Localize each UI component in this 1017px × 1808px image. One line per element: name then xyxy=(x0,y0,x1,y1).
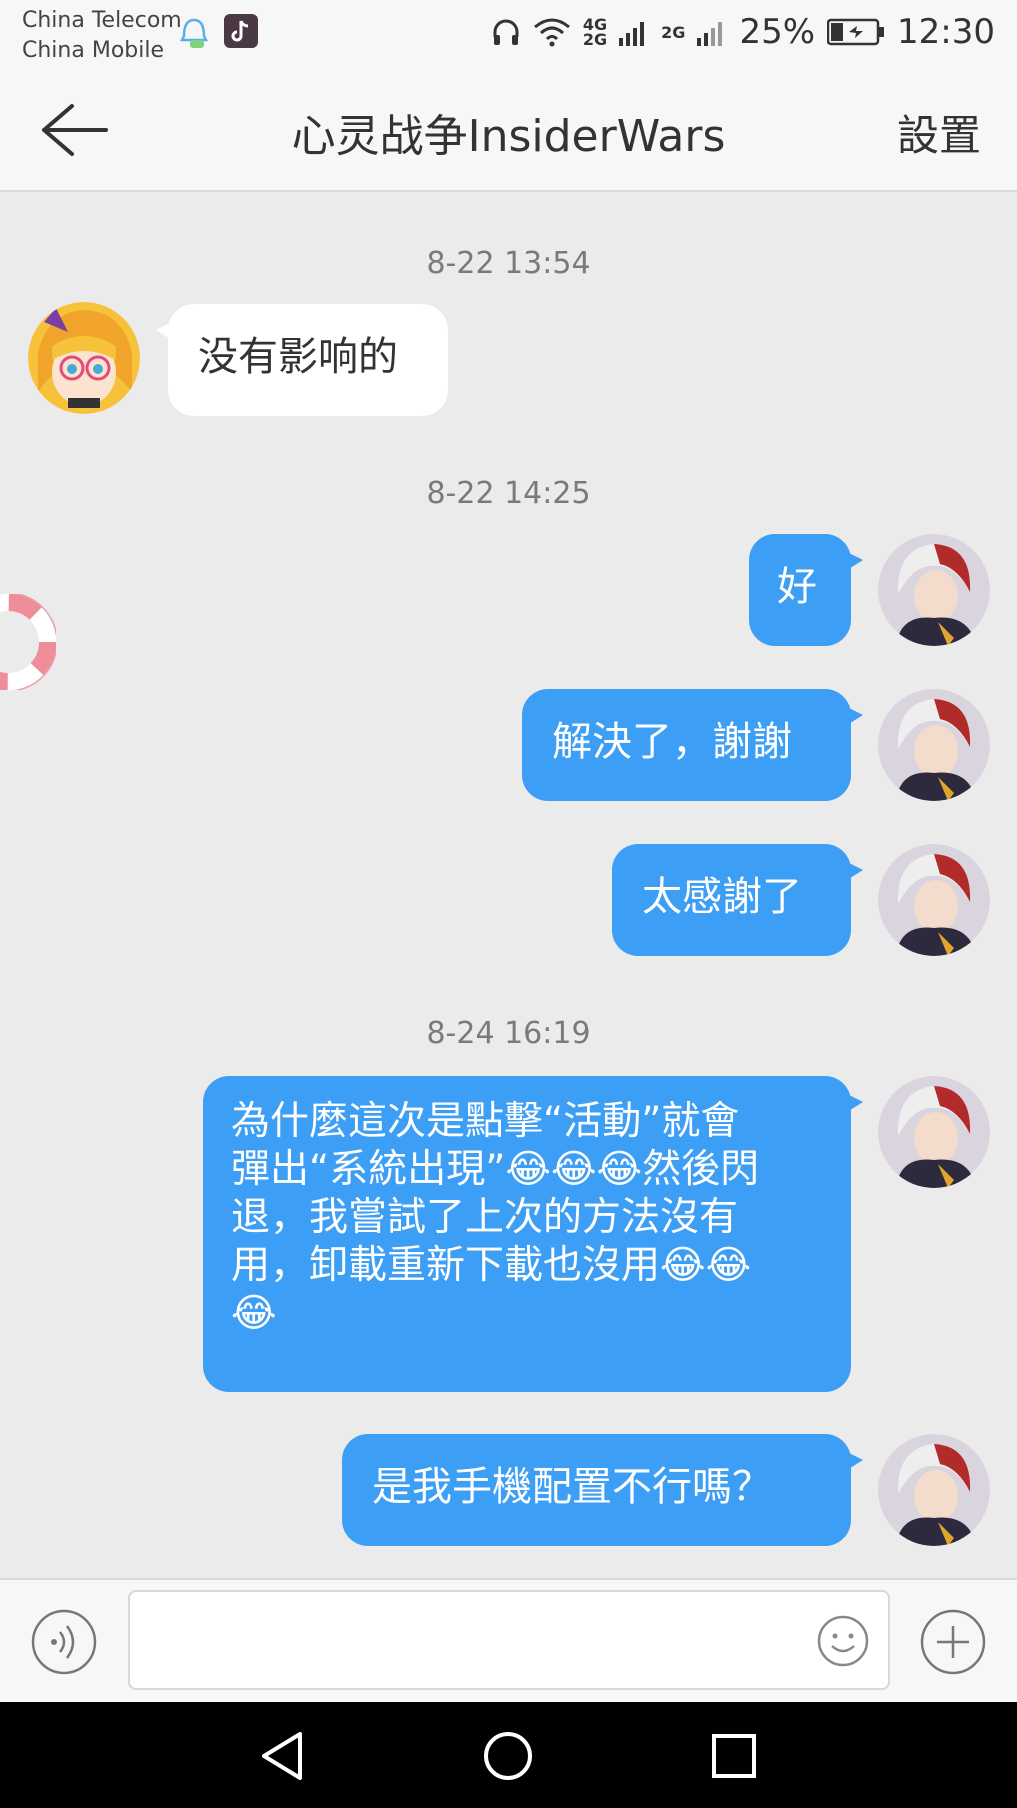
floating-lifebuoy-icon[interactable] xyxy=(0,594,56,690)
chat-notification-icon xyxy=(179,18,209,48)
message-text-line: 😂 xyxy=(231,1290,823,1338)
more-button[interactable] xyxy=(919,1608,987,1676)
message-text: 没有影响的 xyxy=(198,334,398,380)
avatar-self[interactable] xyxy=(878,844,990,956)
avatar-girl-icon xyxy=(28,302,140,414)
notification-icons xyxy=(178,14,258,50)
nav-home-icon xyxy=(484,1732,532,1780)
nav-back-button[interactable] xyxy=(254,1728,314,1784)
message-text: 解決了，謝謝 xyxy=(552,719,792,765)
avatar-boy-icon xyxy=(878,1434,990,1546)
signal-icon-2 xyxy=(697,22,723,46)
plus-icon xyxy=(920,1609,986,1675)
carrier-info: China Telecom China Mobile xyxy=(22,6,182,66)
avatar-boy-icon xyxy=(878,689,990,801)
message-bubble-outgoing[interactable]: 解決了，謝謝 xyxy=(522,689,863,801)
chat-header: 心灵战争InsiderWars 設置 xyxy=(0,72,1017,192)
emoji-laugh-cry-icon: 😂😂 xyxy=(660,1243,752,1288)
voice-icon xyxy=(31,1609,97,1675)
message-text-line: 彈出“系統出現”😂😂😂然後閃 xyxy=(231,1147,760,1192)
avatar-self[interactable] xyxy=(878,534,990,646)
avatar-self[interactable] xyxy=(878,1076,990,1188)
avatar-self[interactable] xyxy=(878,689,990,801)
input-bar xyxy=(0,1578,1017,1704)
emoji-button[interactable] xyxy=(816,1614,870,1668)
tiktok-icon xyxy=(224,14,258,48)
timestamp: 8-22 13:54 xyxy=(426,246,591,281)
system-nav-bar xyxy=(0,1702,1017,1808)
avatar-self[interactable] xyxy=(878,1434,990,1546)
settings-button[interactable]: 設置 xyxy=(897,102,981,163)
timestamp: 8-24 16:19 xyxy=(426,1016,591,1051)
emoji-laugh-cry-icon: 😂😂😂 xyxy=(505,1147,643,1192)
message-bubble-outgoing[interactable]: 為什麼這次是點擊“活動”就會 彈出“系統出現”😂😂😂然後閃 退，我嘗試了上次的方… xyxy=(203,1076,863,1392)
timestamp: 8-22 14:25 xyxy=(426,476,591,511)
message-text-line: 用，卸載重新下載也沒用😂😂 xyxy=(231,1243,752,1288)
message-text: 太感謝了 xyxy=(642,874,802,920)
nav-home-button[interactable] xyxy=(478,1728,538,1784)
voice-button[interactable] xyxy=(30,1608,98,1676)
nav-recents-icon xyxy=(712,1734,756,1778)
nav-back-icon xyxy=(262,1732,302,1780)
message-text-line: 退，我嘗試了上次的方法沒有 xyxy=(231,1195,739,1240)
network-type-2: 2G xyxy=(661,22,686,42)
message-text: 好 xyxy=(777,564,817,610)
avatar-boy-icon xyxy=(878,534,990,646)
signal-icon-1 xyxy=(619,22,645,46)
carrier-1: China Telecom xyxy=(22,8,182,33)
carrier-2: China Mobile xyxy=(22,38,165,63)
avatar-other[interactable] xyxy=(28,302,140,414)
status-bar: China Telecom China Mobile 4G 2G 2G 25% … xyxy=(0,0,1017,72)
battery-icon xyxy=(827,18,885,46)
emoji-laugh-cry-icon: 😂 xyxy=(231,1291,277,1336)
status-right: 4G 2G 2G 25% 12:30 xyxy=(491,12,995,52)
message-text: 是我手機配置不行嗎？ xyxy=(372,1464,772,1510)
clock: 12:30 xyxy=(897,12,995,52)
wifi-icon xyxy=(533,18,570,47)
message-bubble-outgoing[interactable]: 太感謝了 xyxy=(612,844,863,956)
page-title: 心灵战争InsiderWars xyxy=(291,111,726,162)
emoji-icon xyxy=(817,1615,869,1667)
nav-recents-button[interactable] xyxy=(704,1728,764,1784)
message-list[interactable]: 8-22 13:54 没有影响的 8-22 14:25 好 解決了，謝謝 太感謝… xyxy=(0,192,1017,1577)
network-type-1: 4G 2G xyxy=(582,15,608,49)
headphones-icon xyxy=(493,19,519,45)
message-bubble-incoming[interactable]: 没有影响的 xyxy=(156,304,448,416)
message-bubble-outgoing[interactable]: 好 xyxy=(749,534,863,646)
avatar-boy-icon xyxy=(878,1076,990,1188)
message-input[interactable] xyxy=(128,1590,890,1690)
message-bubble-outgoing[interactable]: 是我手機配置不行嗎？ xyxy=(342,1434,863,1546)
battery-percent: 25% xyxy=(739,12,816,52)
avatar-boy-icon xyxy=(878,844,990,956)
message-text-line: 為什麼這次是點擊“活動”就會 xyxy=(231,1099,740,1144)
